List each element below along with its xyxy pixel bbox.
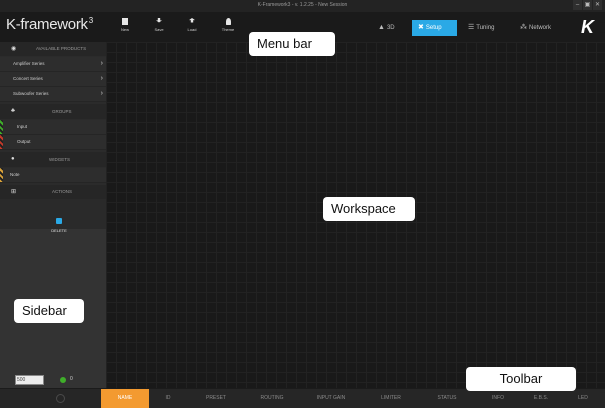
save-button[interactable]: Save (148, 18, 170, 38)
column-limiter[interactable]: LIMITER (363, 389, 419, 408)
maximize-button[interactable]: ▣ (583, 0, 592, 10)
delete-label: DELETE (51, 228, 67, 233)
save-icon (156, 18, 162, 23)
tab-network[interactable]: ⁂ Network (514, 20, 557, 36)
load-icon (189, 18, 195, 23)
sidebar-item-label: Note (10, 172, 20, 177)
theme-button[interactable]: Theme (217, 18, 239, 38)
callout-workspace: Workspace (323, 197, 415, 221)
column-info[interactable]: INFO (475, 389, 521, 408)
red-stripe (0, 135, 3, 149)
app-window: K-Framework3 - v. 1.2.25 - New Session –… (0, 0, 605, 408)
widgets-label: WIDGETS (49, 157, 70, 162)
tab-3d-label: 3D (386, 25, 395, 31)
brand-logo: K (581, 17, 594, 37)
settings-icon[interactable] (56, 394, 65, 403)
online-count: 0 (70, 376, 73, 382)
sidebar-item-output[interactable]: Output (0, 135, 106, 150)
sidebar-item-label: Amplifier Series (13, 61, 45, 66)
callout-toolbar: Toolbar (466, 367, 576, 391)
theme-icon (225, 18, 231, 25)
sidebar-item-label: Input (17, 124, 28, 129)
count-input[interactable]: 500 (15, 375, 44, 385)
tab-network-label: Network (529, 25, 552, 31)
actions-icon: ⊞ (11, 189, 17, 195)
new-label: New (120, 27, 129, 32)
sidebar-item-input[interactable]: Input (0, 120, 106, 135)
sidebar-item-label: Subwoofer Series (13, 91, 49, 96)
actions-header: ⊞ ACTIONS (0, 185, 106, 199)
delete-button[interactable]: DELETE (45, 218, 73, 233)
logo-text: K-framework (6, 16, 88, 33)
sidebar-item-note[interactable]: Note (0, 168, 106, 183)
widgets-icon: ● (11, 156, 15, 162)
green-stripe (0, 120, 3, 134)
delete-icon (56, 218, 62, 224)
load-label: Load (187, 27, 197, 32)
save-label: Save (154, 27, 164, 32)
new-button[interactable]: New (114, 18, 136, 38)
sidebar-item-subwoofer-series[interactable]: Subwoofer Series › (0, 87, 106, 102)
app-logo: K-framework3 (6, 16, 93, 33)
orange-stripe (0, 168, 3, 182)
tuning-icon: ☰ (468, 24, 475, 31)
network-icon: ⁂ (520, 24, 527, 31)
widgets-header: ● WIDGETS (0, 152, 106, 167)
window-title: K-Framework3 - v. 1.2.25 - New Session (257, 2, 348, 8)
sidebar-item-label: Concert Series (13, 76, 43, 81)
products-icon: ◉ (11, 46, 17, 52)
sidebar-item-amplifier-series[interactable]: Amplifier Series › (0, 57, 106, 72)
title-bar: K-Framework3 - v. 1.2.25 - New Session –… (0, 0, 605, 12)
groups-icon: ♣ (11, 108, 15, 114)
toolbar: NAME ID PRESET ROUTING INPUT GAIN LIMITE… (0, 389, 605, 408)
chevron-right-icon: › (100, 60, 103, 67)
tab-setup[interactable]: ✖ Setup (412, 20, 457, 36)
chevron-right-icon: › (100, 90, 103, 97)
tab-setup-label: Setup (425, 25, 442, 31)
groups-label: GROUPS (52, 109, 72, 114)
logo-version: 3 (88, 16, 93, 25)
tab-3d[interactable]: ▲ 3D (372, 20, 401, 36)
chevron-right-icon: › (100, 75, 103, 82)
close-button[interactable]: ✕ (593, 0, 602, 10)
column-name[interactable]: NAME (101, 389, 149, 408)
callout-menu-bar: Menu bar (249, 32, 335, 56)
actions-label: ACTIONS (52, 189, 73, 194)
groups-header: ♣ GROUPS (0, 104, 106, 119)
sidebar-item-concert-series[interactable]: Concert Series › (0, 72, 106, 87)
sidebar: ◉ AVAILABLE PRODUCTS Amplifier Series › … (0, 42, 106, 388)
sidebar-item-label: Output (17, 139, 31, 144)
tab-tuning[interactable]: ☰ Tuning (462, 20, 500, 36)
column-preset[interactable]: PRESET (187, 389, 245, 408)
callout-sidebar: Sidebar (14, 299, 84, 323)
column-routing[interactable]: ROUTING (245, 389, 299, 408)
available-products-header: ◉ AVAILABLE PRODUCTS (0, 42, 106, 56)
setup-icon: ✖ (418, 24, 424, 31)
tab-tuning-label: Tuning (476, 25, 495, 31)
column-ebs[interactable]: E.B.S. (521, 389, 561, 408)
minimize-button[interactable]: – (573, 0, 582, 10)
theme-label: Theme (221, 27, 235, 32)
column-led[interactable]: LED (561, 389, 605, 408)
3d-icon: ▲ (378, 24, 385, 31)
new-file-icon (122, 18, 128, 25)
window-controls: – ▣ ✕ (573, 0, 602, 12)
available-products-label: AVAILABLE PRODUCTS (36, 46, 87, 51)
column-id[interactable]: ID (149, 389, 187, 408)
column-status[interactable]: STATUS (419, 389, 475, 408)
load-button[interactable]: Load (181, 18, 203, 38)
column-input-gain[interactable]: INPUT GAIN (299, 389, 363, 408)
status-dot (60, 377, 66, 383)
